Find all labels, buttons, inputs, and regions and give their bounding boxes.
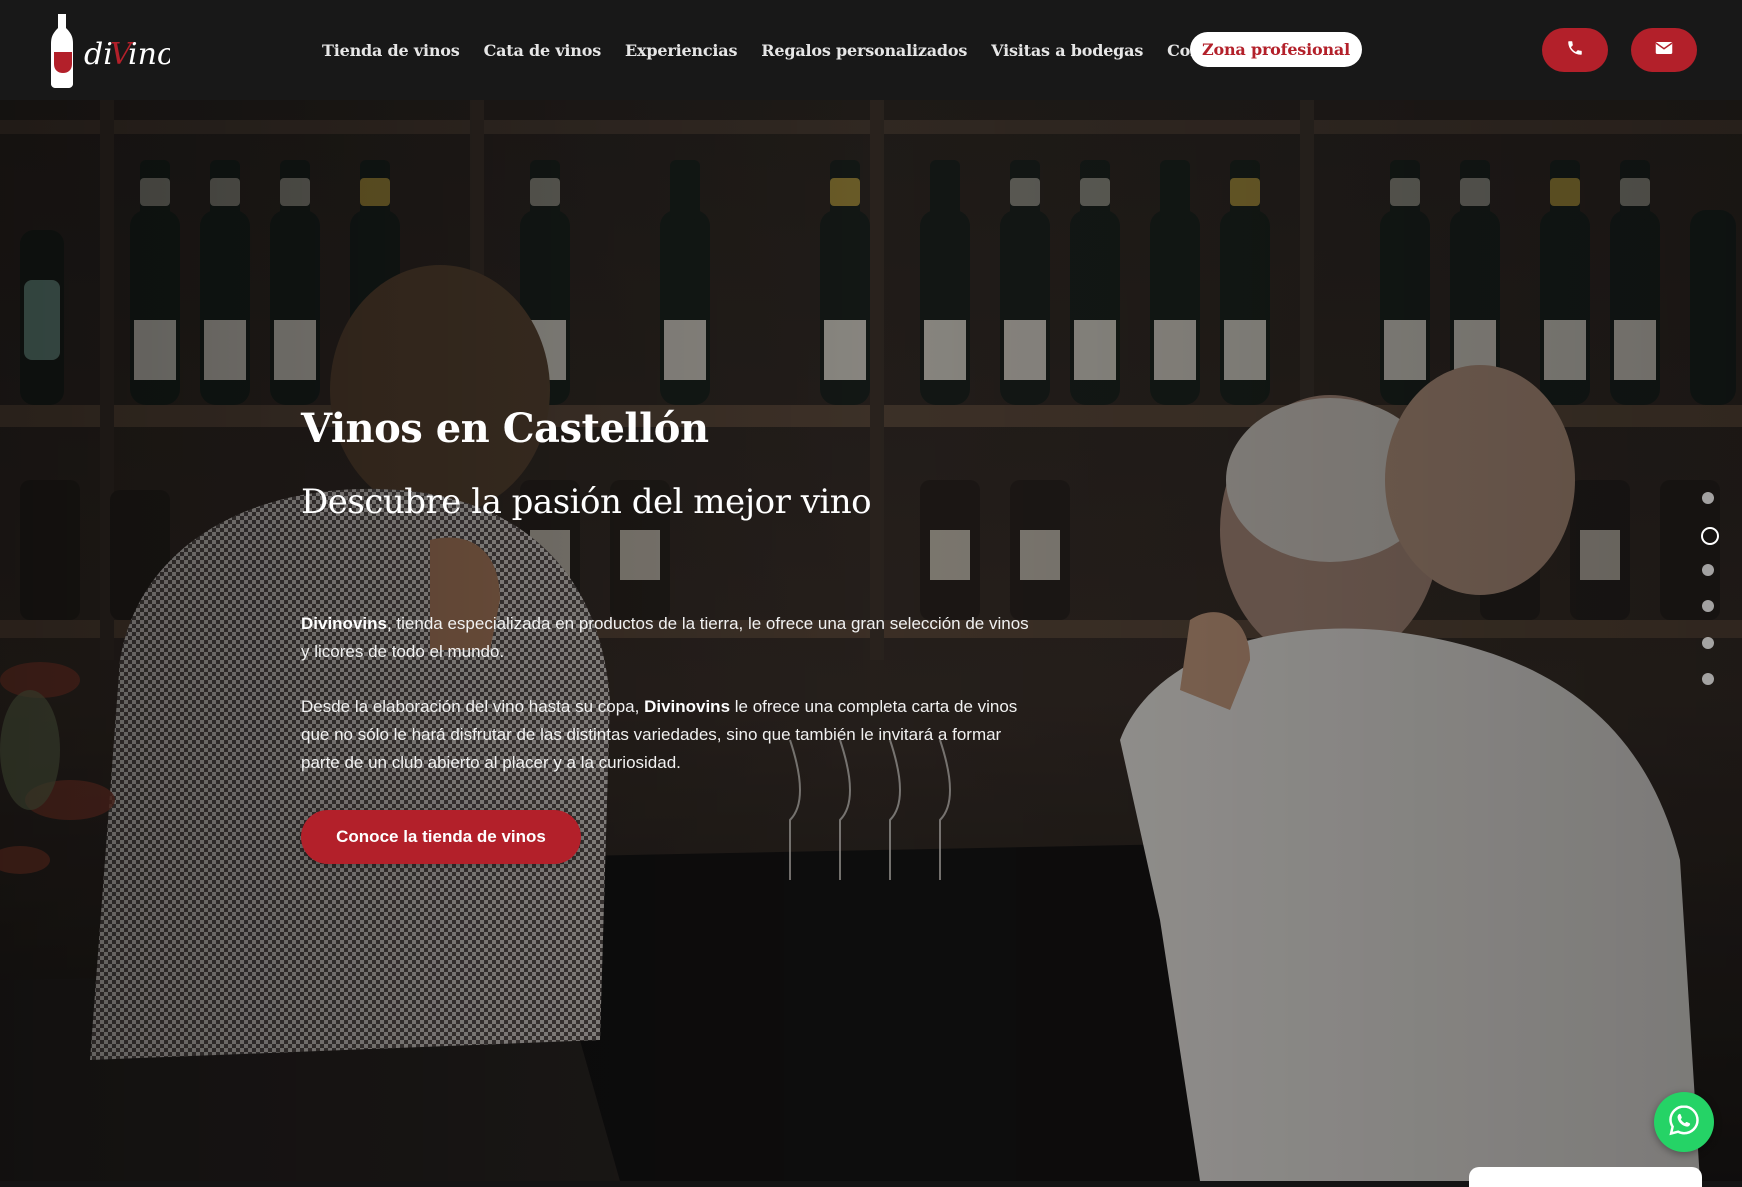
slider-dot-3[interactable] [1702, 564, 1714, 576]
logo-text-right: ino [128, 37, 170, 72]
whatsapp-button[interactable] [1654, 1092, 1714, 1152]
nav-item-regalos[interactable]: Regalos personalizados [761, 41, 967, 60]
nav-item-experiencias[interactable]: Experiencias [625, 41, 737, 60]
slider-dot-2[interactable] [1701, 527, 1719, 545]
nav-item-cata[interactable]: Cata de vinos [484, 41, 602, 60]
hero-paragraph-2: Desde la elaboración del vino hasta su c… [301, 693, 1031, 777]
nav-item-tienda[interactable]: Tienda de vinos [322, 41, 460, 60]
slider-dot-6[interactable] [1702, 673, 1714, 685]
shop-cta-button[interactable]: Conoce la tienda de vinos [301, 810, 581, 864]
pro-zone-button[interactable]: Zona profesional [1190, 32, 1362, 67]
bottom-widget-tab[interactable] [1469, 1167, 1702, 1187]
hero-paragraph-1: Divinovins, tienda especializada en prod… [301, 610, 1031, 666]
envelope-icon [1655, 40, 1673, 61]
brand-name: Divinovins [301, 614, 387, 633]
main-nav: Tienda de vinos Cata de vinos Experienci… [322, 0, 1270, 100]
brand-logo[interactable]: di V ino [50, 12, 175, 88]
slider-dot-1[interactable] [1702, 492, 1714, 504]
brand-name: Divinovins [644, 697, 731, 716]
phone-button[interactable] [1542, 28, 1608, 72]
hero-paragraph-1-text: , tienda especializada en productos de l… [301, 614, 1029, 661]
email-button[interactable] [1631, 28, 1697, 72]
hero-section: Vinos en Castellón Descubre la pasión de… [0, 100, 1742, 1181]
hero-paragraph-2-start: Desde la elaboración del vino hasta su c… [301, 697, 645, 716]
slider-dot-5[interactable] [1702, 637, 1714, 649]
slider-dot-4[interactable] [1702, 600, 1714, 612]
logo-text-left: di [84, 37, 113, 72]
phone-icon [1566, 39, 1584, 62]
hero-title: Vinos en Castellón [301, 405, 709, 452]
hero-subtitle: Descubre la pasión del mejor vino [301, 482, 872, 522]
site-header: di V ino Tienda de vinos Cata de vinos E… [0, 0, 1742, 100]
whatsapp-icon [1666, 1102, 1702, 1143]
nav-item-visitas[interactable]: Visitas a bodegas [991, 41, 1143, 60]
